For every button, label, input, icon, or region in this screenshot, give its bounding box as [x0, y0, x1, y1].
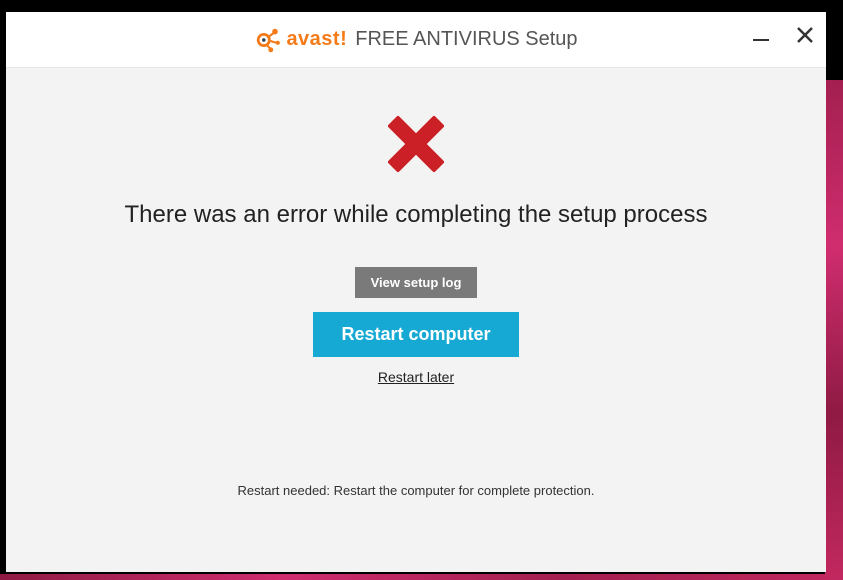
close-button[interactable]	[790, 20, 820, 50]
desktop-backdrop-right	[825, 80, 843, 580]
view-setup-log-button[interactable]: View setup log	[355, 267, 478, 298]
error-heading: There was an error while completing the …	[125, 201, 708, 229]
window-title: FREE ANTIVIRUS Setup	[355, 28, 577, 51]
close-icon	[795, 25, 815, 45]
window-controls	[746, 20, 820, 50]
minimize-icon	[751, 25, 771, 45]
restart-later-link[interactable]: Restart later	[378, 369, 454, 385]
footer-note: Restart needed: Restart the computer for…	[6, 483, 826, 498]
desktop-backdrop-bottom	[0, 574, 843, 580]
setup-window: avast! FREE ANTIVIRUS Setup Th	[6, 12, 826, 572]
brand-name: avast!	[286, 28, 347, 51]
titlebar: avast! FREE ANTIVIRUS Setup	[6, 12, 826, 68]
error-icon	[380, 108, 452, 185]
restart-computer-button[interactable]: Restart computer	[313, 312, 518, 357]
avast-logo: avast!	[254, 26, 347, 54]
minimize-button[interactable]	[746, 20, 776, 50]
avast-logo-icon	[254, 26, 282, 54]
content-area: There was an error while completing the …	[6, 68, 826, 572]
title-group: avast! FREE ANTIVIRUS Setup	[254, 26, 577, 54]
